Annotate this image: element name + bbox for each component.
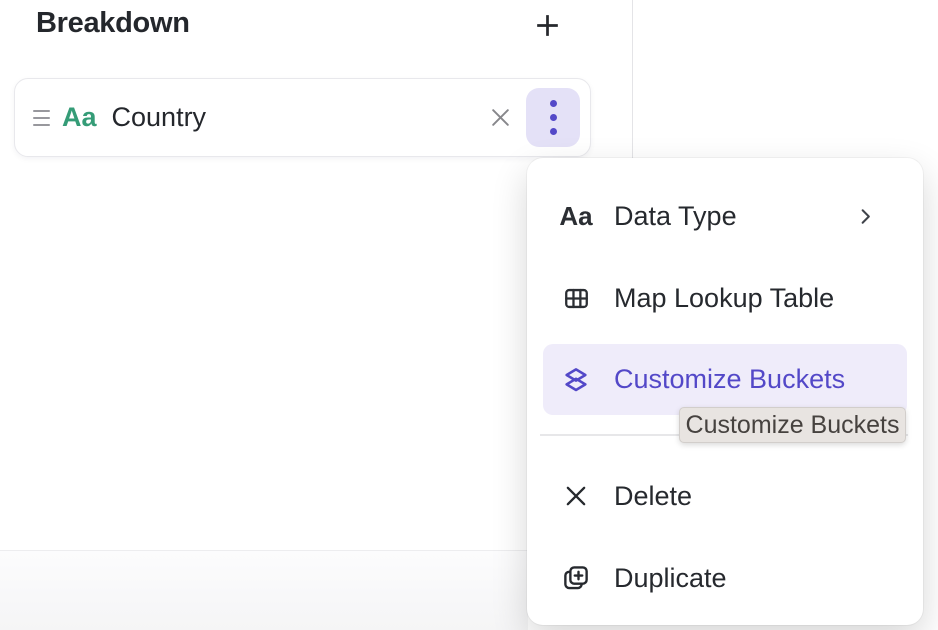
drag-handle-icon[interactable] — [33, 110, 50, 126]
field-type-badge: Aa — [62, 102, 97, 133]
field-name-label: Country — [112, 102, 207, 133]
menu-item-label: Customize Buckets — [614, 364, 845, 395]
plus-icon — [532, 10, 563, 41]
menu-item-duplicate[interactable]: Duplicate — [527, 542, 923, 614]
field-options-menu: Aa Data Type Map Lookup Table — [527, 158, 923, 625]
copy-plus-icon — [560, 563, 592, 593]
close-icon — [487, 104, 514, 131]
stack-icon — [560, 365, 592, 395]
panel-footer-area — [0, 551, 528, 630]
add-breakdown-button[interactable] — [530, 8, 564, 42]
x-icon — [560, 482, 592, 510]
menu-item-label: Duplicate — [614, 563, 727, 594]
menu-item-label: Delete — [614, 481, 692, 512]
chevron-right-icon — [854, 205, 877, 228]
menu-item-data-type[interactable]: Aa Data Type — [527, 180, 923, 252]
breakdown-panel: Breakdown Aa Country Aa Data Typ — [0, 0, 938, 630]
table-icon — [560, 284, 592, 313]
data-type-icon: Aa — [560, 201, 592, 232]
menu-item-label: Map Lookup Table — [614, 283, 834, 314]
menu-item-delete[interactable]: Delete — [527, 460, 923, 532]
field-options-button[interactable] — [526, 88, 580, 147]
breakdown-field-card[interactable]: Aa Country — [14, 78, 591, 157]
menu-item-map-lookup-table[interactable]: Map Lookup Table — [527, 262, 923, 334]
tooltip: Customize Buckets — [679, 407, 906, 443]
menu-item-label: Data Type — [614, 201, 737, 232]
remove-field-button[interactable] — [480, 98, 520, 138]
vertical-divider — [632, 0, 633, 160]
menu-item-customize-buckets[interactable]: Customize Buckets — [543, 344, 907, 415]
page-title: Breakdown — [36, 7, 190, 40]
kebab-icon — [550, 100, 557, 135]
